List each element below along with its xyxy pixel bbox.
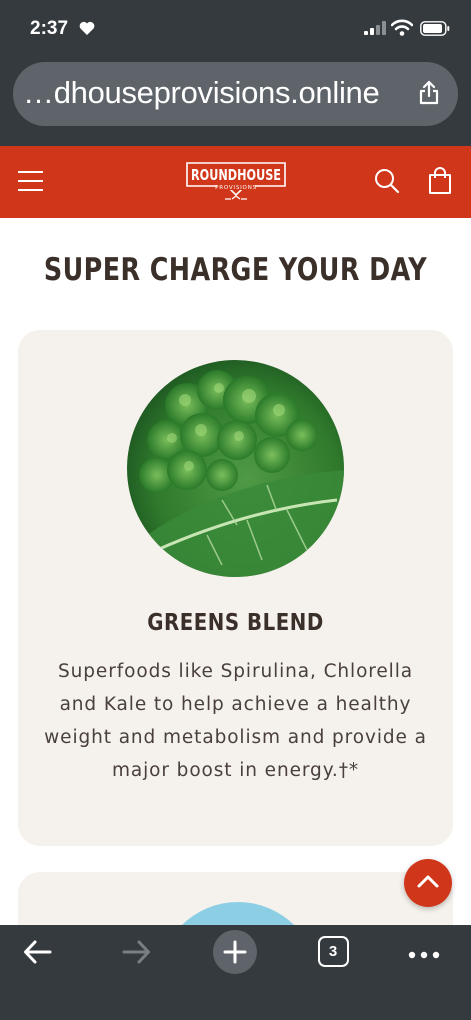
card-description: Superfoods like Spirulina, Chlorella and… — [44, 661, 427, 781]
site-header: ROUNDHOUSE PROVISIONS — [0, 146, 471, 218]
site-logo[interactable]: ROUNDHOUSE PROVISIONS — [183, 159, 289, 205]
tab-count: 3 — [328, 943, 338, 960]
forward-arrow-icon[interactable] — [121, 939, 151, 970]
logo-text: ROUNDHOUSE — [191, 166, 281, 184]
status-bar: 2:37 — [0, 0, 471, 60]
search-icon[interactable] — [374, 168, 400, 199]
page-title: SUPER CHARGE YOUR DAY — [43, 252, 428, 288]
chevron-up-icon — [416, 873, 440, 894]
url-text[interactable]: …dhouseprovisions.online — [23, 75, 423, 111]
browser-bottom-toolbar: 3 — [0, 925, 471, 1020]
wifi-icon — [390, 19, 414, 41]
shopping-bag-icon[interactable] — [428, 167, 452, 200]
kale-leaves-photo — [127, 360, 344, 577]
tabs-button[interactable]: 3 — [318, 936, 349, 967]
new-tab-button[interactable] — [213, 930, 257, 974]
hamburger-icon[interactable] — [18, 169, 44, 195]
logo-subtext: PROVISIONS — [215, 185, 257, 191]
battery-icon — [420, 21, 450, 41]
signal-icon — [364, 21, 386, 40]
heart-icon — [79, 21, 95, 41]
back-arrow-icon[interactable] — [23, 939, 53, 970]
card-title: GREENS BLEND — [147, 610, 324, 636]
url-bar[interactable]: …dhouseprovisions.online — [13, 62, 458, 126]
product-card: GREENS BLEND Superfoods like Spirulina, … — [18, 330, 453, 846]
more-dots-icon[interactable] — [408, 947, 440, 965]
status-time: 2:37 — [30, 18, 69, 39]
share-icon[interactable] — [418, 80, 440, 111]
plus-icon — [223, 940, 247, 964]
scroll-to-top-button[interactable] — [404, 859, 452, 907]
browser-top-chrome: 2:37 …dhouseprovisions.online — [0, 0, 471, 146]
